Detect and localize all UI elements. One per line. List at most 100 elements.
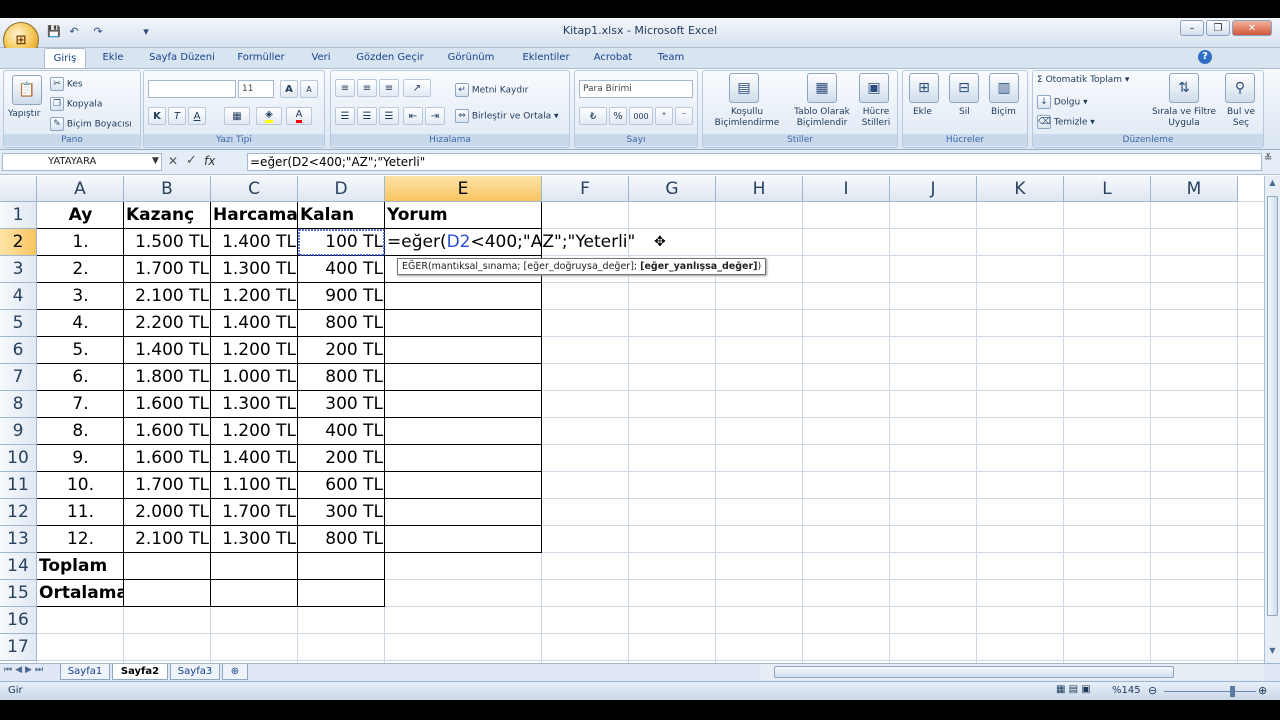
cell-c5[interactable]: 1.400 TL (211, 310, 298, 337)
cell-d1[interactable]: Kalan (298, 202, 385, 229)
conditional-format-icon[interactable]: ▤ (729, 73, 759, 103)
zoom-slider[interactable] (1164, 691, 1256, 692)
cell-d8[interactable]: 300 TL (298, 391, 385, 418)
underline-button[interactable]: A (188, 107, 206, 125)
cell-b4[interactable]: 2.100 TL (124, 283, 211, 310)
column-header-e[interactable]: E (385, 176, 542, 202)
row-header-3[interactable]: 3 (0, 256, 37, 283)
formula-input[interactable]: =eğer(D2<400;"AZ";"Yeterli" (247, 153, 1262, 171)
sheet-tab-sayfa3[interactable]: Sayfa3 (170, 664, 220, 680)
conditional-format-button[interactable]: Koşullu Biçimlendirme (705, 107, 789, 129)
column-header-j[interactable]: J (890, 176, 977, 202)
column-header-k[interactable]: K (977, 176, 1064, 202)
save-icon[interactable]: 💾 (46, 23, 62, 39)
column-header-b[interactable]: B (124, 176, 211, 202)
decrease-indent-icon[interactable]: ⇤ (403, 107, 423, 125)
insert-sheet-icon[interactable]: ⊕ (222, 664, 248, 680)
row-header-12[interactable]: 12 (0, 499, 37, 526)
cell-c2[interactable]: 1.400 TL (211, 229, 298, 256)
row-header-17[interactable]: 17 (0, 634, 37, 661)
comma-button[interactable]: 000 (629, 107, 653, 125)
column-header-d[interactable]: D (298, 176, 385, 202)
cell-c8[interactable]: 1.300 TL (211, 391, 298, 418)
cell-b12[interactable]: 2.000 TL (124, 499, 211, 526)
worksheet-grid[interactable]: ABCDEFGHIJKLM 1 2 3 4 5 6 7 8 9 10 11 12 13 14 15 16 17 … (0, 176, 1264, 663)
cell-a1[interactable]: Ay (37, 202, 124, 229)
tab-gozden-gecir[interactable]: Gözden Geçir (350, 48, 430, 68)
redo-icon[interactable]: ↷ (90, 23, 106, 39)
view-buttons[interactable]: ▦ ▤ ▣ (1056, 684, 1091, 695)
increase-indent-icon[interactable]: ⇥ (425, 107, 445, 125)
cell-b5[interactable]: 2.200 TL (124, 310, 211, 337)
cell-a2[interactable]: 1. (37, 229, 124, 256)
restore-button[interactable]: ❐ (1206, 20, 1230, 36)
row-header-9[interactable]: 9 (0, 418, 37, 445)
cell-b1[interactable]: Kazanç (124, 202, 211, 229)
tab-ekle[interactable]: Ekle (93, 48, 133, 68)
borders-button[interactable]: ▦ (224, 107, 250, 125)
undo-icon[interactable]: ↶ (66, 23, 82, 39)
cell-b6[interactable]: 1.400 TL (124, 337, 211, 364)
row-header-11[interactable]: 11 (0, 472, 37, 499)
horizontal-scroll-thumb[interactable] (774, 666, 1174, 678)
cell-a4[interactable]: 3. (37, 283, 124, 310)
cell-a5[interactable]: 4. (37, 310, 124, 337)
column-header-c[interactable]: C (211, 176, 298, 202)
zoom-slider-thumb[interactable] (1230, 686, 1235, 697)
cell-a9[interactable]: 8. (37, 418, 124, 445)
font-size-dropdown[interactable]: 11 (238, 80, 274, 98)
row-header-2[interactable]: 2 (0, 229, 37, 256)
tab-acrobat[interactable]: Acrobat (588, 48, 638, 68)
decrease-decimal-icon[interactable]: ⁻ (675, 107, 693, 125)
cell-a8[interactable]: 7. (37, 391, 124, 418)
delete-cells-icon[interactable]: ⊟ (949, 73, 979, 103)
tab-gorunum[interactable]: Görünüm (440, 48, 502, 68)
sheet-tab-sayfa1[interactable]: Sayfa1 (60, 664, 110, 680)
insert-function-icon[interactable]: fx (204, 154, 215, 168)
row-header-8[interactable]: 8 (0, 391, 37, 418)
name-box-dropdown-icon[interactable]: ▼ (152, 156, 159, 166)
vertical-scroll-thumb[interactable] (1267, 196, 1278, 616)
sheet-nav-icons[interactable]: ⏮◀▶⏭ (4, 665, 46, 675)
row-header-16[interactable]: 16 (0, 607, 37, 634)
copy-button[interactable]: ❐ Kopyala (50, 97, 102, 111)
horizontal-scrollbar[interactable] (760, 664, 1264, 680)
cancel-formula-icon[interactable]: ✕ (168, 154, 178, 168)
row-header-5[interactable]: 5 (0, 310, 37, 337)
bold-button[interactable]: K (148, 107, 166, 125)
cell-a11[interactable]: 10. (37, 472, 124, 499)
cell-a12[interactable]: 11. (37, 499, 124, 526)
scroll-down-icon[interactable]: ▼ (1267, 646, 1278, 658)
cell-c13[interactable]: 1.300 TL (211, 526, 298, 553)
cell-d13[interactable]: 800 TL (298, 526, 385, 553)
zoom-out-icon[interactable]: ⊖ (1148, 684, 1157, 697)
autosum-button[interactable]: Σ Otomatik Toplam ▾ (1037, 75, 1129, 85)
clear-button[interactable]: ⌫ Temizle ▾ (1037, 115, 1095, 129)
cell-d2[interactable]: 100 TL (298, 229, 385, 256)
cell-d11[interactable]: 600 TL (298, 472, 385, 499)
cell-b8[interactable]: 1.600 TL (124, 391, 211, 418)
column-header-f[interactable]: F (542, 176, 629, 202)
column-header-a[interactable]: A (37, 176, 124, 202)
cell-a10[interactable]: 9. (37, 445, 124, 472)
grow-font-button[interactable]: A (280, 80, 298, 98)
cell-e2-editing[interactable]: =eğer(D2<400;"AZ";"Yeterli" (385, 229, 645, 256)
fill-button[interactable]: ↓ Dolgu ▾ (1037, 95, 1088, 109)
column-header-m[interactable]: M (1151, 176, 1238, 202)
cell-b2[interactable]: 1.500 TL (124, 229, 211, 256)
sort-filter-icon[interactable]: ⇅ (1169, 73, 1199, 103)
cell-c3[interactable]: 1.300 TL (211, 256, 298, 283)
row-header-15[interactable]: 15 (0, 580, 37, 607)
minimize-button[interactable]: – (1180, 20, 1204, 36)
cell-b10[interactable]: 1.600 TL (124, 445, 211, 472)
zoom-level[interactable]: %145 (1112, 685, 1141, 696)
select-all-corner[interactable] (0, 176, 37, 202)
tab-team[interactable]: Team (650, 48, 692, 68)
cell-d9[interactable]: 400 TL (298, 418, 385, 445)
cell-e1[interactable]: Yorum (385, 202, 542, 229)
font-family-dropdown[interactable] (148, 80, 236, 98)
currency-icon[interactable]: ₺ (579, 107, 607, 125)
find-select-button[interactable]: Bul ve Seç (1221, 107, 1261, 129)
cut-button[interactable]: ✂ Kes (50, 77, 83, 91)
cell-d12[interactable]: 300 TL (298, 499, 385, 526)
